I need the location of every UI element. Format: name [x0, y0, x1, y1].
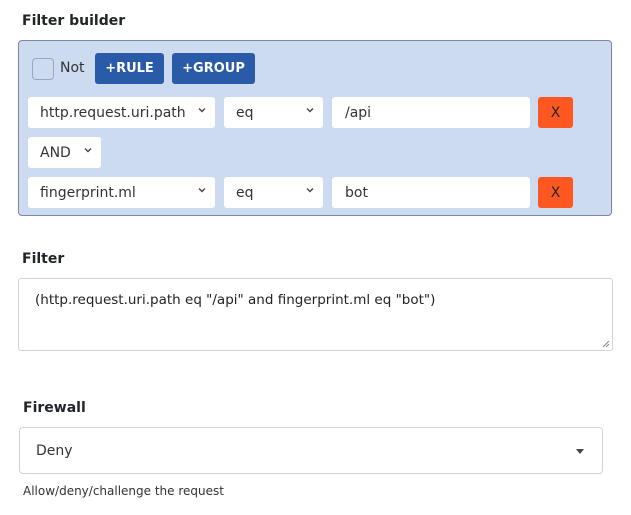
rule-field-select[interactable]: fingerprint.ml [28, 177, 215, 208]
not-checkbox[interactable] [32, 58, 54, 80]
chevron-down-icon [306, 188, 314, 193]
rule-operator-select[interactable]: eq [224, 97, 323, 128]
rule-operator-value: eq [236, 104, 254, 121]
add-rule-button[interactable]: +RULE [95, 53, 164, 84]
firewall-selected-value: Deny [36, 442, 73, 459]
resize-handle-icon[interactable] [601, 339, 610, 348]
conjunction-value: AND [40, 144, 71, 161]
chevron-down-icon [198, 188, 206, 193]
rule-field-select[interactable]: http.request.uri.path [28, 97, 215, 128]
firewall-help-text: Allow/deny/challenge the request [23, 484, 224, 498]
filter-label: Filter [22, 251, 65, 267]
caret-down-icon [576, 449, 584, 454]
firewall-action-select[interactable]: Deny [19, 427, 603, 474]
remove-rule-button[interactable]: X [538, 97, 573, 128]
chevron-down-icon [84, 148, 92, 153]
filter-builder-label: Filter builder [22, 13, 126, 29]
not-label: Not [60, 60, 85, 76]
rule-value-input[interactable]: /api [332, 97, 530, 128]
firewall-label: Firewall [23, 400, 86, 416]
conjunction-select[interactable]: AND [28, 137, 101, 168]
filter-builder-panel: Not +RULE +GROUP http.request.uri.path e… [18, 40, 612, 216]
rule-field-value: http.request.uri.path [40, 104, 186, 121]
add-group-button[interactable]: +GROUP [172, 53, 255, 84]
rule-field-value: fingerprint.ml [40, 184, 136, 201]
rule-operator-select[interactable]: eq [224, 177, 323, 208]
filter-textarea[interactable]: (http.request.uri.path eq "/api" and fin… [18, 278, 613, 351]
filter-text: (http.request.uri.path eq "/api" and fin… [35, 292, 436, 308]
chevron-down-icon [198, 108, 206, 113]
remove-rule-button[interactable]: X [538, 177, 573, 208]
chevron-down-icon [306, 108, 314, 113]
rule-operator-value: eq [236, 184, 254, 201]
rule-value-input[interactable]: bot [332, 177, 530, 208]
